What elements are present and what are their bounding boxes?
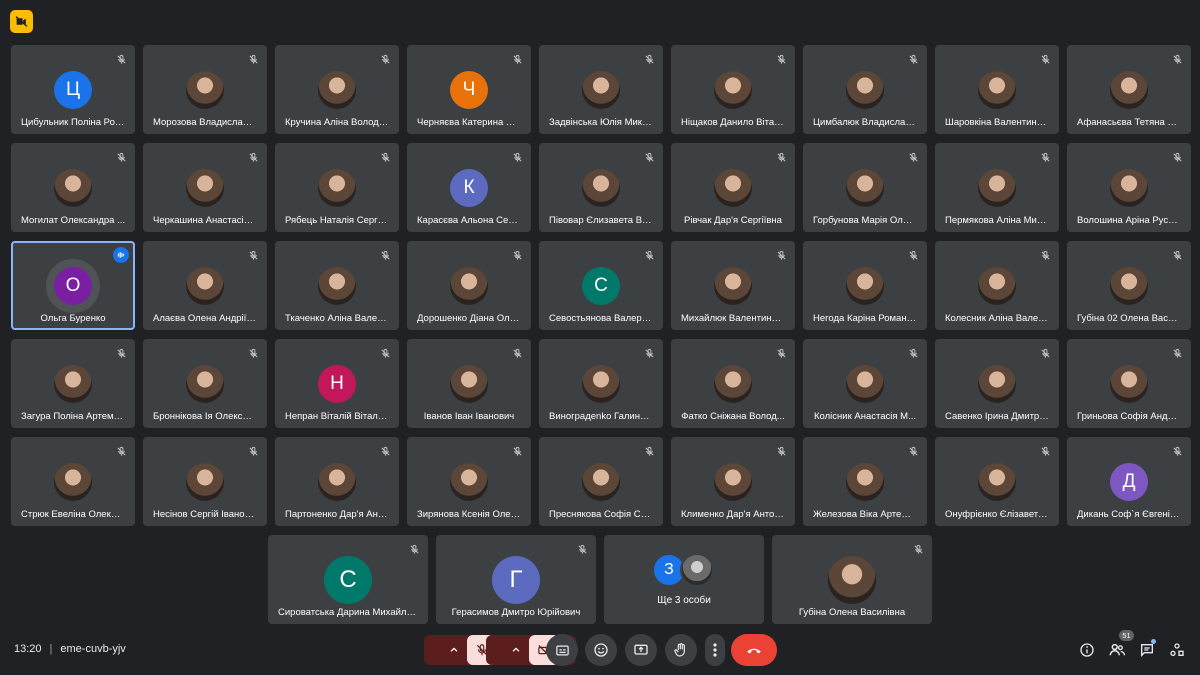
avatar-photo [828,556,876,604]
participant-tile[interactable]: Г Герасимов Дмитро Юрійович [436,535,596,624]
present-icon [634,644,648,655]
meeting-separator: | [49,643,53,655]
end-call-icon [747,648,761,654]
more-vert-icon [713,643,717,657]
activities-icon [1170,643,1184,656]
participant-name: Губіна Олена Василівна [798,607,906,618]
meeting-info: 13:20 | eme-cuvb-yjv [14,643,126,655]
mic-off-icon [406,541,422,557]
video-options-button[interactable] [503,635,529,665]
meeting-details-button[interactable] [1078,641,1096,659]
more-participants-label: Ще 3 особи [657,595,711,606]
audio-options-button[interactable] [441,635,467,665]
participant-name: Сироватська Дарина Михайлів... [278,607,418,618]
chat-notification-dot [1151,639,1156,644]
more-options-button[interactable] [705,634,725,666]
more-participants-avatars: З [652,553,716,587]
reactions-button[interactable] [585,634,617,666]
participant-count-badge: 51 [1119,630,1134,641]
info-icon [1080,643,1094,657]
chevron-up-icon [512,647,520,652]
people-icon [1109,643,1126,656]
activities-button[interactable] [1168,641,1186,659]
captions-icon [555,645,569,655]
participant-tile[interactable]: З Ще 3 особи [604,535,764,624]
participant-last-row: С Сироватська Дарина Михайлів... Г Герасимо… [0,0,1200,675]
raise-hand-button[interactable] [665,634,697,666]
avatar: Г [492,556,540,604]
chevron-up-icon [450,647,458,652]
mic-off-icon [574,541,590,557]
captions-button[interactable] [546,634,578,666]
mic-off-icon [910,541,926,557]
present-button[interactable] [625,634,657,666]
participant-tile[interactable]: С Сироватська Дарина Михайлів... [268,535,428,624]
chat-icon [1141,644,1153,657]
meeting-time: 13:20 [14,643,42,655]
end-call-button[interactable] [731,634,777,666]
emoji-icon [594,643,608,657]
participant-name: Герасимов Дмитро Юрійович [451,607,581,618]
avatar: С [324,556,372,604]
raise-hand-icon [674,643,685,657]
participant-tile[interactable]: Губіна Олена Василівна [772,535,932,624]
avatar-photo [680,553,714,587]
people-button[interactable] [1108,641,1126,659]
meeting-code: eme-cuvb-yjv [60,643,126,655]
